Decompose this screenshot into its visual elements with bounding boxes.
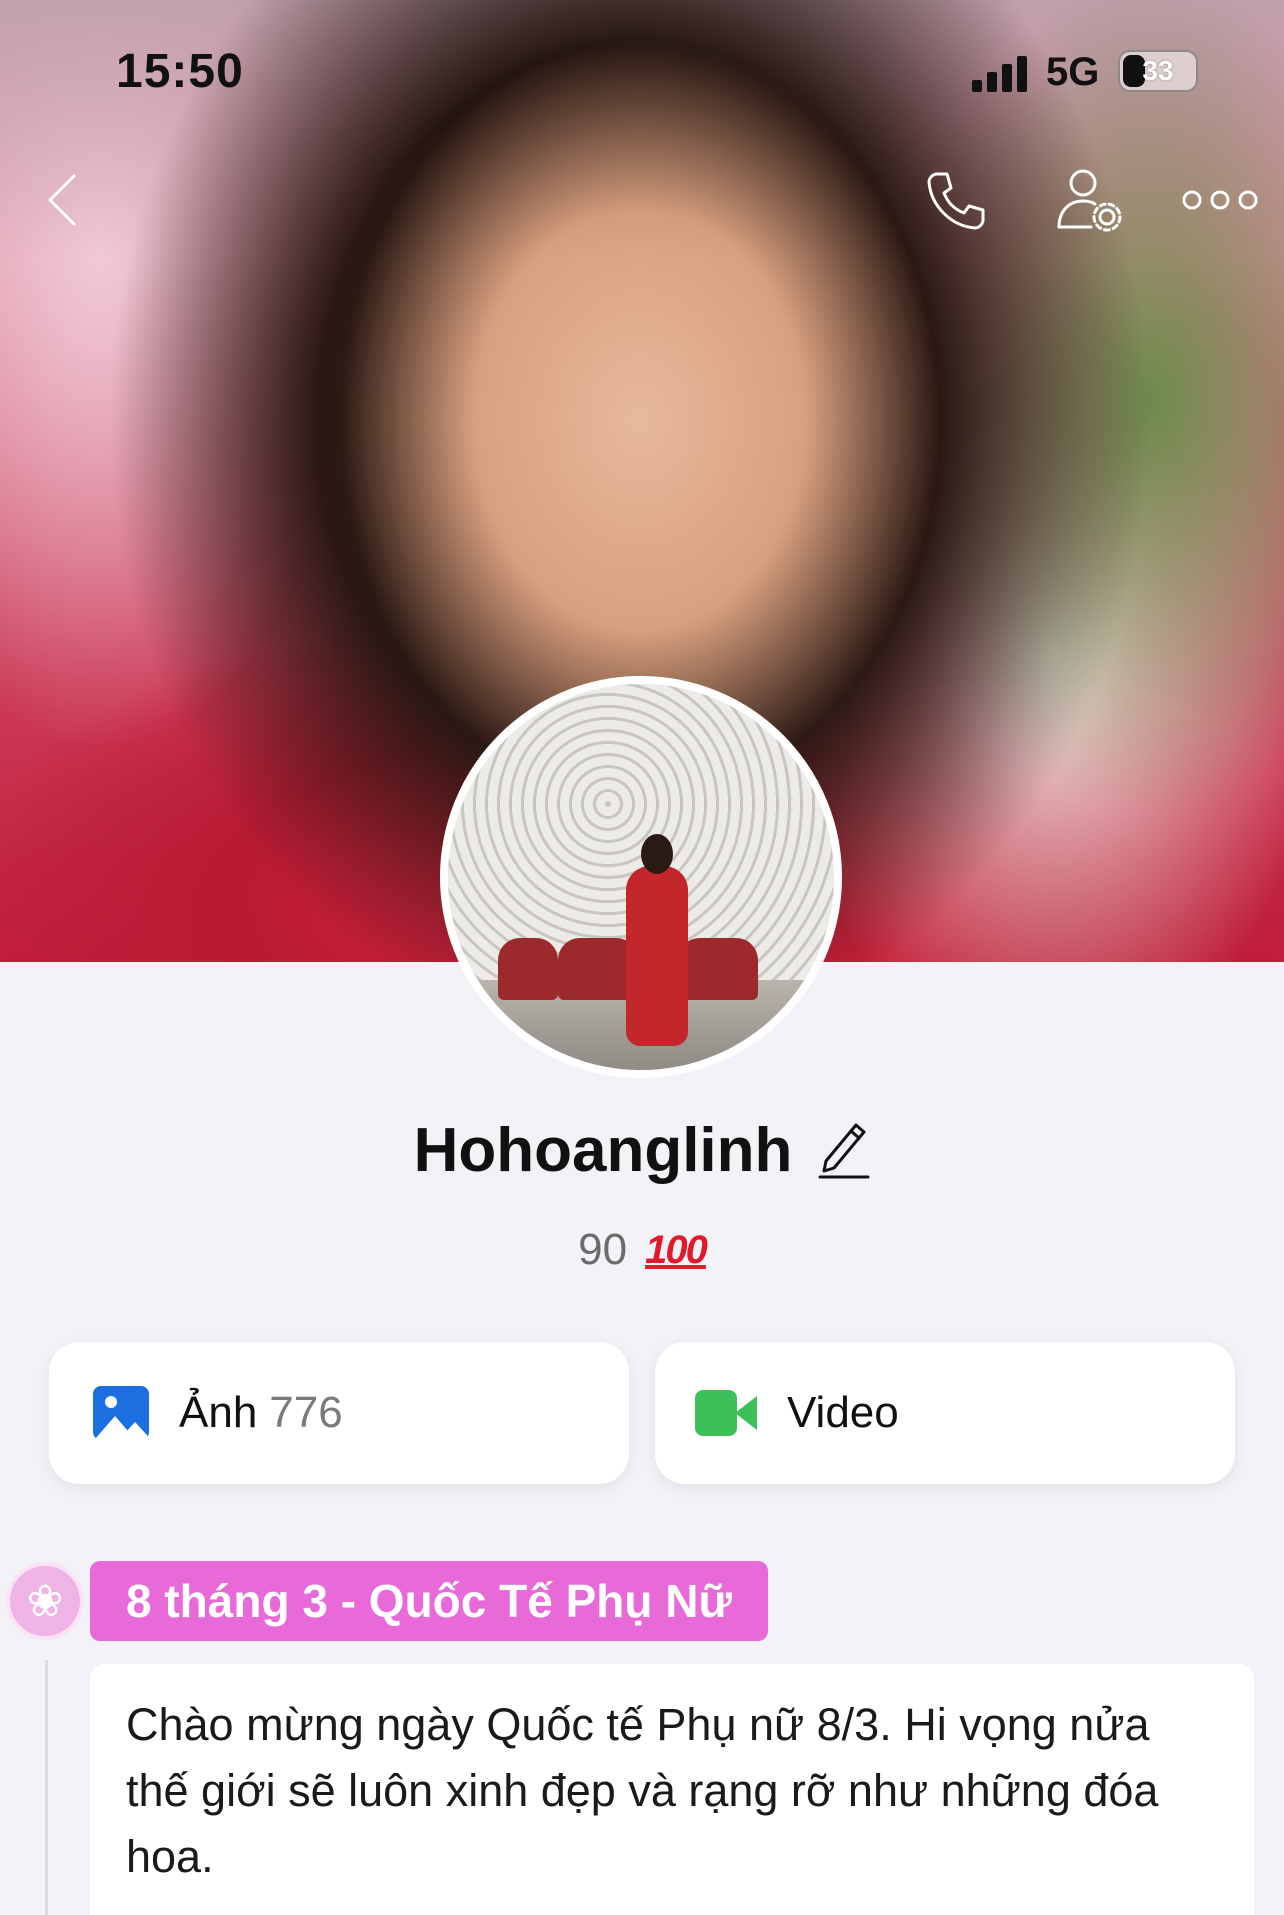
- profile-score: 90: [578, 1225, 628, 1274]
- status-time: 15:50: [116, 45, 244, 98]
- profile-name: Hohoanglinh: [413, 1115, 793, 1185]
- network-type: 5G: [1046, 50, 1100, 94]
- hundred-emoji: 100: [645, 1227, 708, 1272]
- avatar-person-head: [641, 834, 673, 874]
- profile-settings-button[interactable]: [1050, 160, 1130, 240]
- video-camera-icon: [695, 1390, 757, 1436]
- post-text: Chào mừng ngày Quốc tế Phụ nữ 8/3. Hi vọ…: [126, 1699, 1159, 1882]
- battery-level: 33: [1142, 55, 1174, 86]
- user-settings-icon: [1057, 169, 1122, 232]
- timeline-post[interactable]: Chào mừng ngày Quốc tế Phụ nữ 8/3. Hi vọ…: [90, 1664, 1254, 1915]
- back-button[interactable]: [22, 160, 102, 240]
- event-tag[interactable]: 8 tháng 3 - Quốc Tế Phụ Nữ: [90, 1561, 768, 1641]
- score-row: 90 100: [0, 1220, 1284, 1280]
- edit-name-button[interactable]: [818, 1117, 870, 1184]
- phone-icon: [927, 172, 985, 230]
- avatar-stool: [678, 938, 758, 1000]
- rose-icon: ❀: [6, 1562, 84, 1640]
- photos-button[interactable]: Ảnh 776: [49, 1342, 629, 1484]
- battery-icon: 33: [1118, 50, 1198, 92]
- status-bar: 15:50 5G 33: [0, 0, 1284, 140]
- photos-count: 776: [269, 1388, 343, 1437]
- avatar-stool: [498, 938, 558, 1000]
- more-button[interactable]: [1180, 160, 1260, 240]
- avatar-person: [626, 866, 688, 1046]
- signal-icon: [972, 52, 1030, 92]
- profile-name-row: Hohoanglinh: [0, 1110, 1284, 1190]
- call-button[interactable]: [915, 160, 995, 240]
- photos-label: Ảnh: [179, 1388, 258, 1437]
- profile-avatar[interactable]: [440, 676, 842, 1078]
- video-button[interactable]: Video: [655, 1342, 1235, 1484]
- chevron-left-icon: [48, 174, 76, 226]
- more-dots-icon: [1182, 190, 1258, 210]
- timeline-line: [45, 1660, 48, 1915]
- top-navigation: [0, 160, 1284, 250]
- photo-icon: [93, 1386, 149, 1440]
- video-label: Video: [787, 1388, 899, 1437]
- pencil-icon: [818, 1123, 870, 1178]
